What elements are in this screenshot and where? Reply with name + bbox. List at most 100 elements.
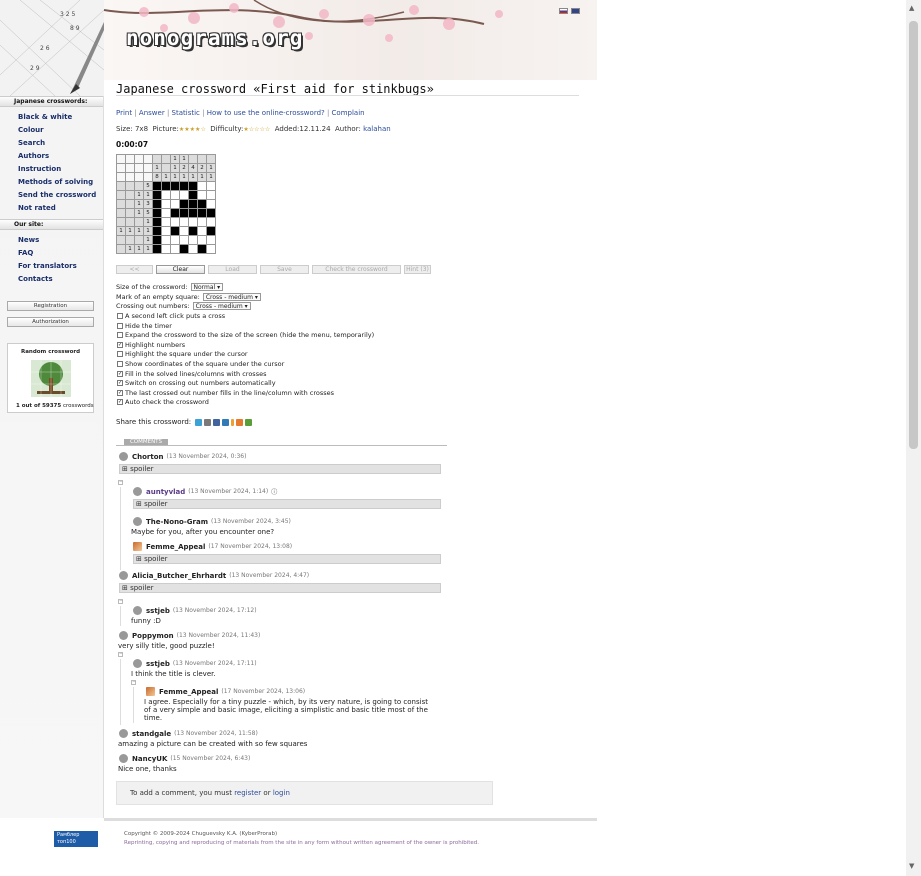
sidebar-item-authors[interactable]: Authors <box>18 152 49 161</box>
column-clue[interactable]: 1 <box>170 163 180 173</box>
option-checkbox-row[interactable]: Highlight the square under the cursor <box>116 350 248 358</box>
random-crossword-thumbnail[interactable] <box>31 360 71 397</box>
grid-cell[interactable] <box>179 190 189 200</box>
how-to-link[interactable]: How to use the online-crossword? <box>207 109 325 117</box>
answer-link[interactable]: Answer <box>139 109 165 117</box>
grid-cell[interactable] <box>170 208 180 218</box>
grid-cell[interactable] <box>170 190 180 200</box>
spoiler-toggle[interactable]: ⊞ spoiler <box>119 583 441 593</box>
row-clue[interactable] <box>125 190 135 200</box>
grid-cell[interactable] <box>170 199 180 209</box>
row-clue[interactable] <box>134 217 144 227</box>
grid-cell[interactable] <box>170 226 180 236</box>
size-select[interactable]: Normal ▾ <box>190 283 224 291</box>
row-clue[interactable] <box>116 190 126 200</box>
hint-button[interactable]: Hint (3) <box>404 265 431 274</box>
row-clue[interactable]: 1 <box>125 244 135 254</box>
checkbox-checked[interactable]: ✓ <box>117 380 123 387</box>
statistic-link[interactable]: Statistic <box>172 109 200 117</box>
grid-cell[interactable] <box>179 226 189 236</box>
grid-cell[interactable] <box>188 199 198 209</box>
row-clue[interactable]: 1 <box>134 226 144 236</box>
row-clue[interactable]: 1 <box>116 226 126 236</box>
site-logo[interactable]: nonograms.org <box>126 26 303 50</box>
spoiler-toggle[interactable]: ⊞ spoiler <box>133 499 441 509</box>
column-clue[interactable]: 1 <box>188 172 198 182</box>
grid-cell[interactable] <box>179 199 189 209</box>
sidebar-item-black-white[interactable]: Black & white <box>18 113 72 122</box>
grid-cell[interactable] <box>206 244 216 254</box>
row-clue[interactable]: 1 <box>125 226 135 236</box>
column-clue[interactable]: 1 <box>179 154 189 164</box>
row-clue[interactable]: 1 <box>134 208 144 218</box>
grid-cell[interactable] <box>197 190 207 200</box>
grid-cell[interactable] <box>206 199 216 209</box>
grid-cell[interactable] <box>197 208 207 218</box>
row-clue[interactable] <box>116 199 126 209</box>
collapse-icon[interactable]: − <box>118 480 123 485</box>
column-clue[interactable]: 2 <box>197 163 207 173</box>
complain-link[interactable]: Complain <box>332 109 365 117</box>
crossing-select[interactable]: Cross - medium ▾ <box>192 302 251 310</box>
link-share-icon[interactable] <box>204 418 212 426</box>
grid-cell[interactable] <box>206 181 216 191</box>
row-clue[interactable] <box>125 235 135 245</box>
column-clue[interactable]: 2 <box>179 163 189 173</box>
grid-cell[interactable] <box>161 190 171 200</box>
linkedin-share-icon[interactable] <box>222 418 230 426</box>
grid-cell[interactable] <box>161 235 171 245</box>
grid-cell[interactable] <box>152 217 162 227</box>
column-clue[interactable] <box>161 163 171 173</box>
info-icon[interactable]: ⓘ <box>271 487 277 496</box>
grid-cell[interactable] <box>197 244 207 254</box>
sidebar-item-not-rated[interactable]: Not rated <box>18 204 56 213</box>
column-clue[interactable]: 1 <box>170 154 180 164</box>
other-share-icon[interactable] <box>245 418 253 426</box>
checkbox-checked[interactable]: ✓ <box>117 399 123 406</box>
column-clue[interactable]: 1 <box>170 172 180 182</box>
lj-share-icon[interactable] <box>231 418 235 426</box>
row-clue[interactable]: 1 <box>134 199 144 209</box>
option-checkbox-row[interactable]: ✓ Highlight numbers <box>116 341 185 349</box>
column-clue[interactable]: 1 <box>161 172 171 182</box>
facebook-share-icon[interactable] <box>213 418 221 426</box>
scrollbar-thumb[interactable] <box>909 21 918 449</box>
checkbox-checked[interactable]: ✓ <box>117 370 123 377</box>
row-clue[interactable]: 1 <box>143 235 153 245</box>
option-checkbox-row[interactable]: A second left click puts a cross <box>116 312 225 320</box>
mark-select[interactable]: Cross - medium ▾ <box>202 293 261 301</box>
rambler-counter[interactable]: Рамблер топ100 <box>54 831 98 847</box>
row-clue[interactable]: 1 <box>143 190 153 200</box>
row-clue[interactable] <box>134 181 144 191</box>
grid-cell[interactable] <box>161 217 171 227</box>
row-clue[interactable] <box>116 217 126 227</box>
grid-cell[interactable] <box>188 217 198 227</box>
sidebar-item-news[interactable]: News <box>18 236 39 245</box>
grid-cell[interactable] <box>188 190 198 200</box>
grid-cell[interactable] <box>197 226 207 236</box>
grid-cell[interactable] <box>170 244 180 254</box>
grid-cell[interactable] <box>161 226 171 236</box>
sidebar-item-instruction[interactable]: Instruction <box>18 165 61 174</box>
grid-cell[interactable] <box>152 208 162 218</box>
grid-cell[interactable] <box>188 244 198 254</box>
column-clue[interactable]: 1 <box>179 172 189 182</box>
grid-cell[interactable] <box>152 235 162 245</box>
blogger-share-icon[interactable] <box>236 418 244 426</box>
grid-cell[interactable] <box>152 199 162 209</box>
checkbox-unchecked[interactable] <box>117 322 123 329</box>
column-clue[interactable]: 1 <box>206 163 216 173</box>
row-clue[interactable] <box>116 181 126 191</box>
grid-cell[interactable] <box>170 181 180 191</box>
grid-cell[interactable] <box>197 217 207 227</box>
option-checkbox-row[interactable]: Hide the timer <box>116 322 172 330</box>
checkbox-checked[interactable]: ✓ <box>117 389 123 396</box>
register-link[interactable]: register <box>234 789 261 797</box>
row-clue[interactable]: 5 <box>143 208 153 218</box>
option-checkbox-row[interactable]: ✓ The last crossed out number fills in th… <box>116 389 334 397</box>
grid-cell[interactable] <box>197 199 207 209</box>
grid-cell[interactable] <box>161 244 171 254</box>
row-clue[interactable]: 1 <box>143 244 153 254</box>
load-button[interactable]: Load <box>208 265 257 274</box>
grid-cell[interactable] <box>206 208 216 218</box>
